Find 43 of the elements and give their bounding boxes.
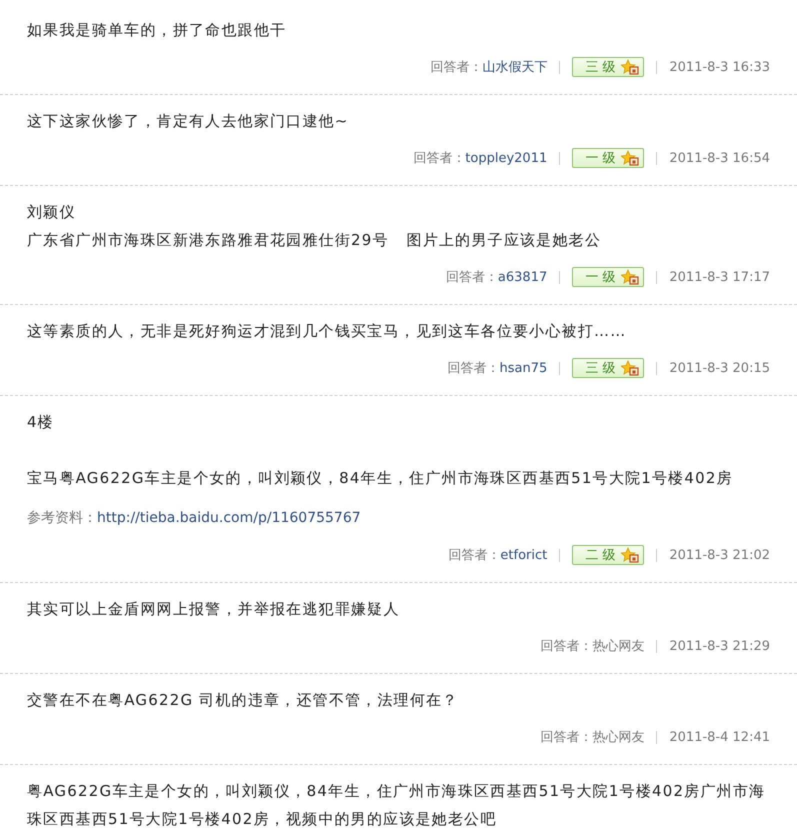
answerer-link[interactable]: 山水假天下 — [482, 58, 548, 76]
answer-time: 2011-8-3 16:33 — [669, 60, 770, 74]
answer-text: 交警在不在粤AG622G 司机的违章，还管不管，法理何在？ — [27, 690, 460, 711]
answerer-link[interactable]: hsan75 — [499, 360, 548, 376]
answerer-link[interactable]: toppley2011 — [465, 150, 548, 166]
answer-time: 2011-8-4 12:41 — [669, 730, 770, 744]
answerer-label: 回答者： — [448, 547, 500, 564]
answer-time: 2011-8-3 21:29 — [669, 638, 770, 654]
answer-text: 这下这家伙惨了，肯定有人去他家门口逮他~ — [27, 111, 350, 132]
answer-time: 2011-8-3 21:02 — [669, 548, 770, 562]
answerer-label: 回答者： — [540, 729, 592, 746]
answer-text: 广东省广州市海珠区新港东路雅君花园雅仕街29号 图片上的男子应该是她老公 — [27, 230, 602, 251]
star-house-icon — [621, 150, 640, 166]
rank-badge: 三 级 — [572, 57, 644, 77]
answer-text: 4楼 — [27, 412, 55, 433]
answerer-link[interactable]: a63817 — [498, 270, 548, 284]
answerer-link[interactable]: etforict — [500, 548, 548, 562]
answerer-label: 回答者： — [447, 360, 500, 377]
answer-text: 其实可以上金盾网网上报警，并举报在逃犯罪嫌疑人 — [27, 599, 401, 620]
rank-badge: 二 级 — [572, 545, 644, 565]
star-house-icon — [621, 360, 640, 376]
reference-link[interactable]: http://tieba.baidu.com/p/1160755767 — [97, 510, 361, 526]
answer-text: 如果我是骑单车的，拼了命也跟他干 — [27, 20, 288, 41]
answerer-name: 热心网友 — [592, 729, 644, 746]
answer-time: 2011-8-3 16:54 — [669, 150, 770, 166]
rank-badge: 一 级 — [572, 148, 644, 168]
answer-time: 2011-8-3 20:15 — [669, 360, 770, 376]
rank-badge: 三 级 — [572, 358, 644, 378]
answer-text: 这等素质的人，无非是死好狗运才混到几个钱买宝马，见到这车各位要小心被打…… — [27, 321, 628, 342]
answer-text: 宝马粤AG622G车主是个女的，叫刘颖仪，84年生，住广州市海珠区西基西51号大院1号楼402房 — [27, 468, 734, 489]
reference-line: 参考资料：http://tieba.baidu.com/p/1160755767 — [27, 509, 362, 528]
answerer-label: 回答者： — [540, 638, 592, 655]
answerer-label: 回答者： — [446, 269, 498, 286]
answer-text: 刘颖仪 — [27, 202, 77, 223]
star-house-icon — [621, 547, 640, 563]
answerer-label: 回答者： — [413, 150, 466, 167]
answerer-label: 回答者： — [430, 59, 482, 76]
rank-badge: 一 级 — [572, 267, 644, 287]
star-house-icon — [621, 59, 640, 75]
answer-text: 粤AG622G车主是个女的，叫刘颖仪，84年生，住广州市海珠区西基西51号大院1号楼402房广州市海珠区西基西51号大院1号楼402房，视频中的男的应该是她老公吧 — [27, 781, 766, 830]
answerer-name: 热心网友 — [592, 638, 644, 655]
star-house-icon — [621, 269, 640, 285]
answer-time: 2011-8-3 17:17 — [669, 270, 770, 284]
